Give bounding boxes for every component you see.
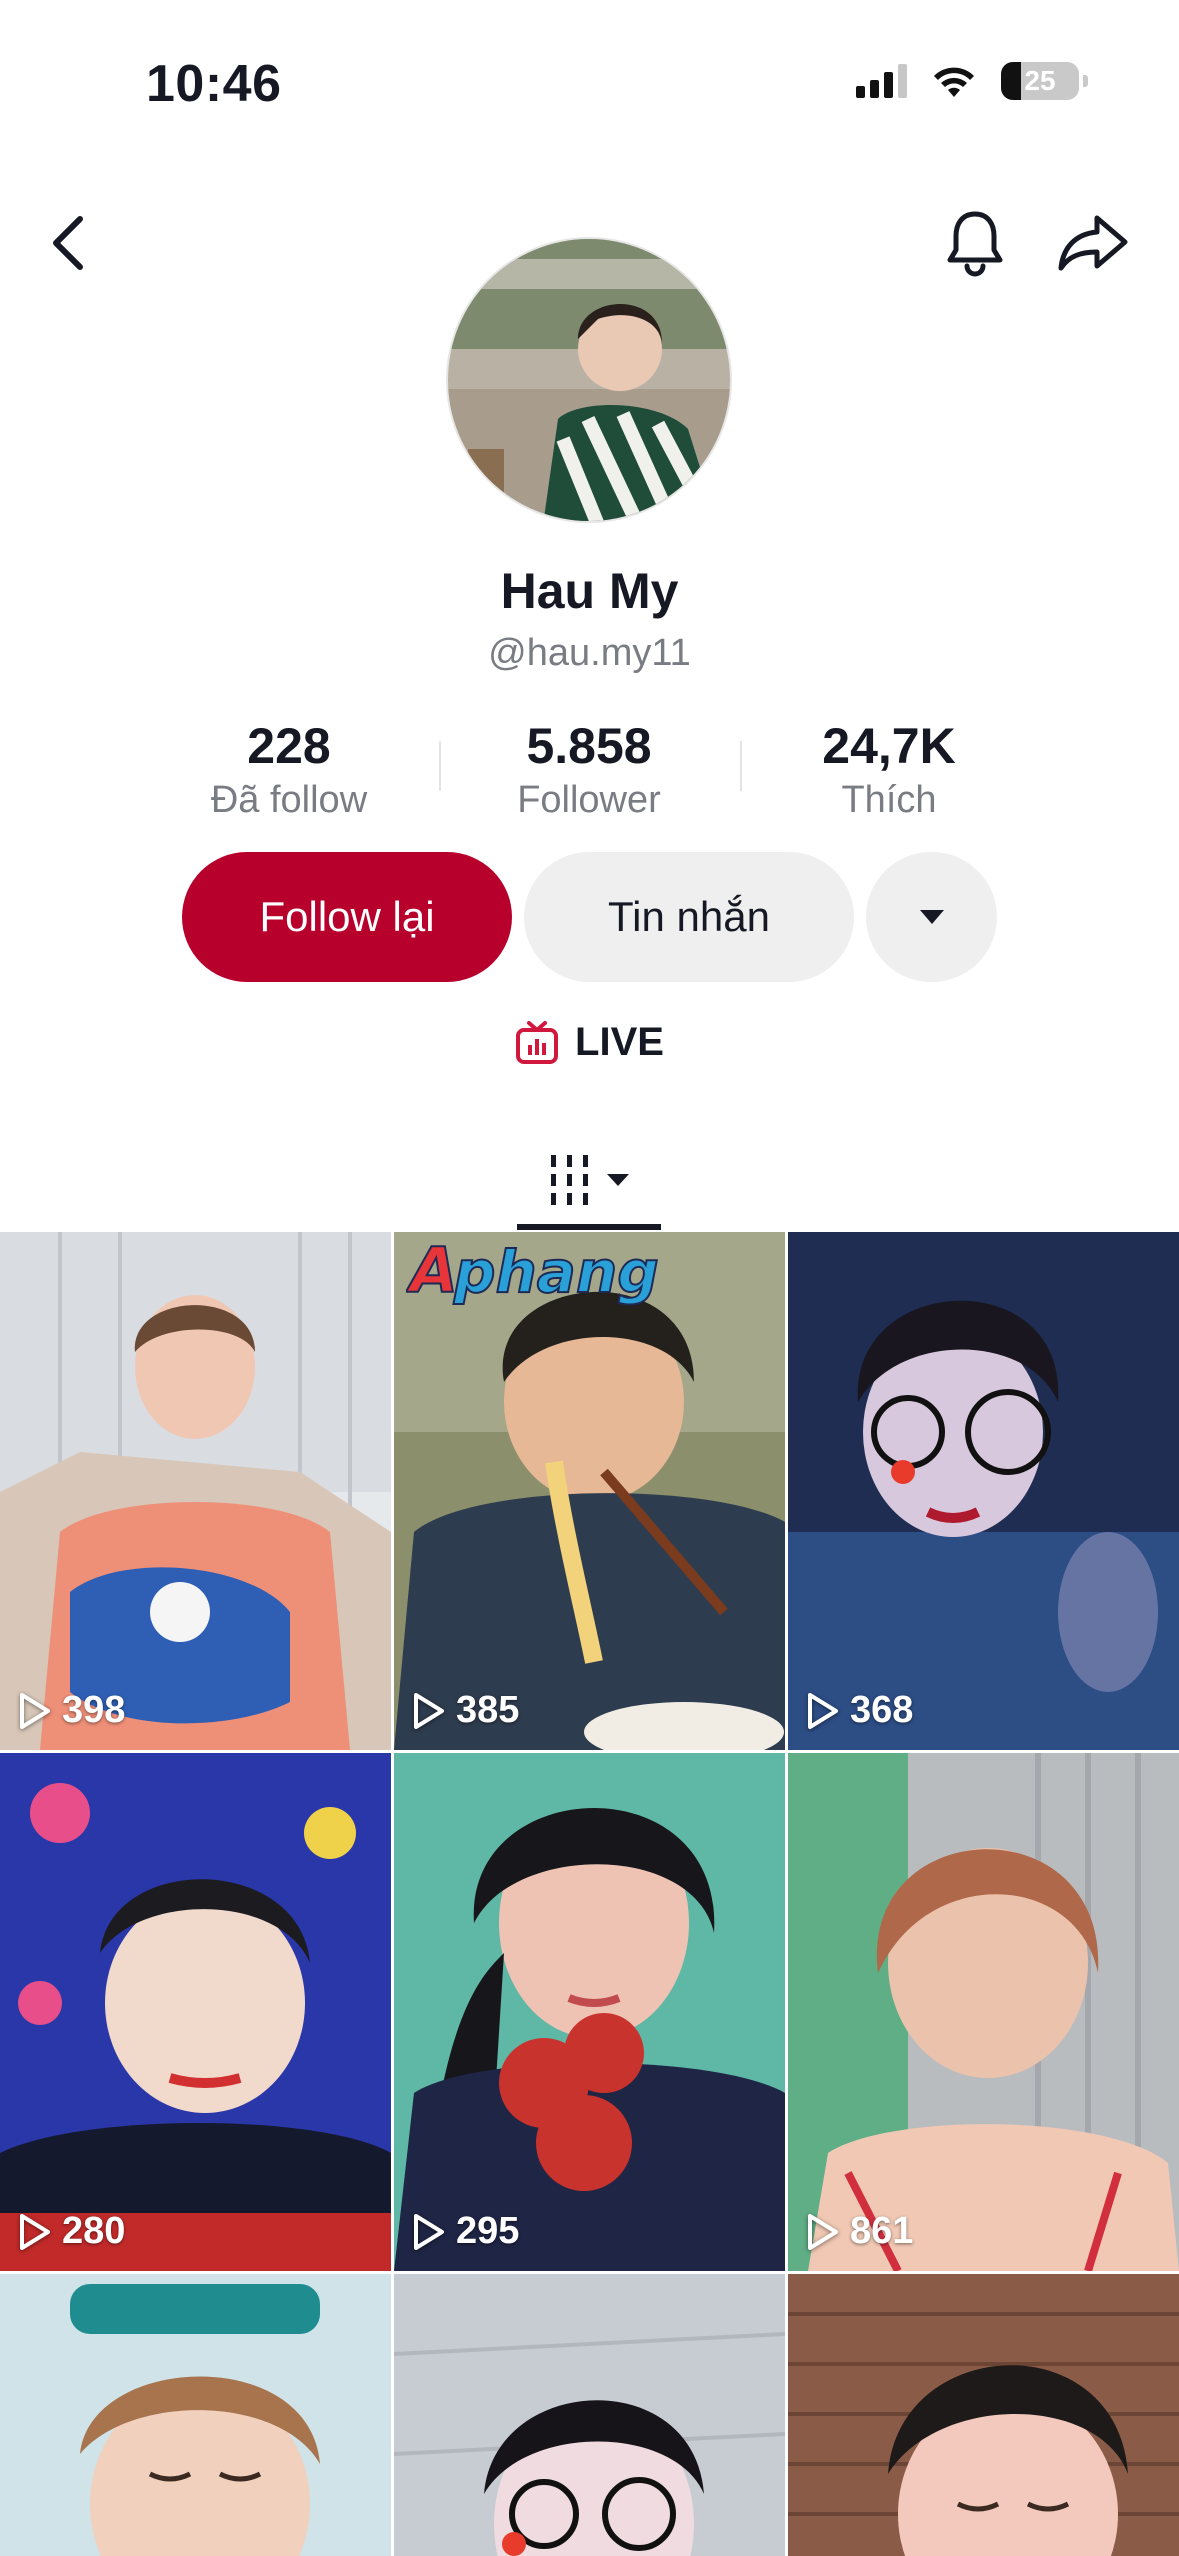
follow-back-label: Follow lại	[259, 893, 435, 940]
thumbnail-image	[0, 2274, 391, 2556]
thumbnail-image	[788, 1753, 1179, 2271]
view-count: 398	[18, 1689, 125, 1732]
grid-icon	[551, 1155, 588, 1205]
thumbnail-image	[0, 1232, 391, 1750]
svg-text:A: A	[406, 1236, 458, 1306]
thumbnail-image	[394, 1232, 785, 1750]
bell-icon	[947, 211, 1003, 277]
battery-icon: 25	[1001, 62, 1088, 100]
video-thumbnail[interactable]: 398	[0, 1232, 391, 1750]
play-icon	[414, 2213, 444, 2250]
caret-down-icon	[919, 910, 944, 924]
view-count: 295	[412, 2210, 519, 2253]
status-bar: 10:46 25	[0, 0, 1179, 160]
caret-down-icon	[607, 1174, 629, 1186]
view-count-text: 280	[62, 2210, 126, 2252]
play-icon	[20, 1692, 50, 1729]
share-profile-button[interactable]	[1054, 208, 1132, 278]
tab-videos-grid[interactable]	[517, 1130, 661, 1230]
stat-followers[interactable]: 5.858 Follower	[459, 715, 719, 823]
stat-following-label: Đã follow	[210, 779, 368, 821]
tv-live-icon	[516, 1020, 559, 1064]
video-thumbnail[interactable]: 861	[788, 1753, 1179, 2271]
video-thumbnail[interactable]	[0, 2274, 391, 2556]
display-name: Hau My	[500, 563, 679, 619]
thumbnail-image	[788, 2274, 1179, 2556]
view-count: 861	[806, 2210, 913, 2253]
video-thumbnail[interactable]: 295	[394, 1753, 785, 2271]
battery-level: 25	[1024, 65, 1056, 96]
more-options-button[interactable]	[866, 852, 997, 982]
stat-likes-value: 24,7K	[822, 718, 956, 774]
video-thumbnail[interactable]	[394, 2274, 785, 2556]
follow-back-button[interactable]: Follow lại	[182, 852, 512, 982]
thumbnail-image	[394, 1753, 785, 2271]
status-time: 10:46	[146, 55, 282, 113]
view-count-text: 295	[456, 2210, 520, 2252]
play-icon	[20, 2213, 50, 2250]
view-count-text: 398	[62, 1689, 126, 1731]
profile-avatar[interactable]	[446, 237, 732, 523]
play-icon	[414, 1692, 444, 1729]
cellular-signal-icon	[856, 64, 907, 98]
share-arrow-icon	[1058, 215, 1128, 271]
play-icon	[808, 2213, 838, 2250]
back-button[interactable]	[38, 208, 98, 278]
stat-divider	[439, 741, 441, 791]
video-grid: 398 A phang 385 368 280 295 861	[0, 1232, 1179, 2556]
view-count-text: 385	[456, 1689, 520, 1731]
thumbnail-image	[788, 1232, 1179, 1750]
view-count-text: 368	[850, 1689, 914, 1731]
stat-likes-label: Thích	[841, 779, 937, 821]
video-thumbnail[interactable]: A phang 385	[394, 1232, 785, 1750]
wifi-icon	[934, 67, 974, 97]
stat-likes[interactable]: 24,7K Thích	[759, 715, 1019, 823]
view-count-text: 861	[850, 2210, 914, 2252]
status-indicators: 25	[856, 62, 1088, 100]
video-thumbnail[interactable]: 368	[788, 1232, 1179, 1750]
message-label: Tin nhắn	[608, 893, 770, 940]
play-icon	[808, 1692, 838, 1729]
profile-stats: 228 Đã follow 5.858 Follower 24,7K Thích	[0, 715, 1179, 825]
live-link[interactable]: LIVE	[0, 1020, 1179, 1065]
stat-following-value: 228	[247, 718, 331, 774]
svg-text:phang: phang	[453, 1238, 659, 1306]
watermark-logo: A phang	[406, 1236, 660, 1306]
stat-followers-value: 5.858	[526, 718, 652, 774]
view-count: 280	[18, 2210, 125, 2253]
thumbnail-image	[0, 1753, 391, 2271]
view-count: 368	[806, 1689, 913, 1732]
stat-divider	[740, 741, 742, 791]
message-button[interactable]: Tin nhắn	[524, 852, 854, 982]
stat-following[interactable]: 228 Đã follow	[159, 715, 419, 823]
username: @hau.my11	[488, 632, 691, 674]
live-label: LIVE	[575, 1020, 664, 1064]
tab-active-indicator	[517, 1224, 661, 1230]
view-count: 385	[412, 1689, 519, 1732]
chevron-left-icon	[53, 216, 83, 270]
notification-bell-button[interactable]	[940, 205, 1010, 281]
thumbnail-image	[394, 2274, 785, 2556]
stat-followers-label: Follower	[517, 779, 661, 821]
video-thumbnail[interactable]: 280	[0, 1753, 391, 2271]
video-thumbnail[interactable]	[788, 2274, 1179, 2556]
